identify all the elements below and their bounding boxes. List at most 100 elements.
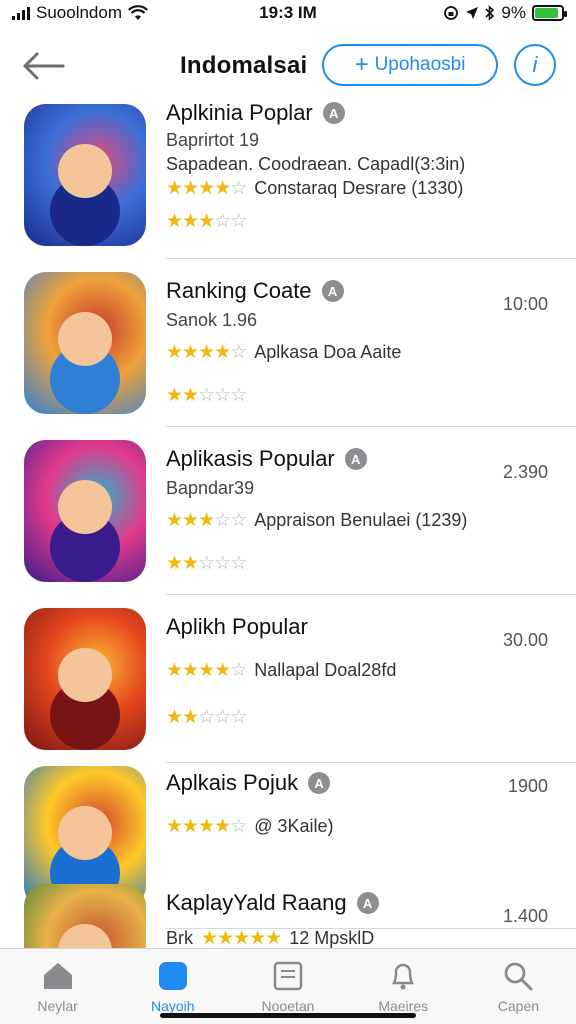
rating-stars: ★★★☆☆ [166,510,247,531]
app-subtitle: Sanok 1.96 [166,310,258,330]
star-icon: ★ [182,342,199,363]
tab-label: Neylar [37,998,78,1014]
star-icon: ☆ [214,385,231,406]
row-separator [166,258,576,259]
verified-badge-icon: A [308,772,331,794]
app-meta-value: 1.400 [502,906,548,926]
app-meta-value: 1900 [507,776,548,796]
app-list-item[interactable]: Ranking Coate A Sanok 1.96 ★★★★☆ Aplkasa Doa… [0,268,576,428]
wifi-icon [128,5,148,20]
app-rating-line: ★★★★☆ Aplkasa Doa Aaite [166,342,401,363]
star-icon: ★ [166,553,183,574]
star-icon: ★ [166,707,183,728]
star-icon: ★ [217,928,234,948]
app-icon-artwork [58,648,112,702]
rating-text: Constaraq Desrare (1330) [254,178,464,198]
star-icon: ★ [198,660,215,681]
star-icon: ☆ [230,553,247,574]
update-button[interactable]: + Upohaosbi [322,44,498,86]
app-icon[interactable] [24,272,146,414]
tab-search[interactable]: Capen [461,949,576,1024]
rating-stars: ★★★★☆ [166,660,247,681]
user-rating-stars: ★★☆☆☆ [166,553,247,574]
user-rating[interactable]: ★★☆☆☆ [166,385,247,406]
carrier-name: Suoolndom [36,3,123,22]
battery-fill [535,8,559,18]
app-list-item[interactable]: Aplikh Popular ★★★★☆ Nallapal Doal28fd ★★☆☆… [0,604,576,764]
app-meta-value: 10:00 [502,294,548,314]
star-icon: ★ [214,342,231,363]
status-bar: Suoolndom 19:3 IM 9% [0,0,576,26]
app-icon-artwork [58,144,112,198]
star-icon: ☆ [214,510,231,531]
star-icon: ☆ [214,211,231,232]
star-icon: ★ [166,211,183,232]
location-icon [466,7,479,19]
app-icon[interactable] [24,440,146,582]
app-icon-artwork [58,480,112,534]
verified-badge-icon: A [344,448,367,470]
star-icon: ★ [166,385,183,406]
star-icon: ☆ [230,385,247,406]
app-description: Sapadean. Coodraean. Capadl(3:3in) [166,154,466,174]
star-icon: ★ [198,211,215,232]
verified-badge-icon: A [356,892,379,914]
user-rating[interactable]: ★★☆☆☆ [166,707,247,728]
tab-label: Nayoih [151,998,195,1014]
star-icon: ☆ [230,178,247,199]
user-rating[interactable]: ★★☆☆☆ [166,553,247,574]
rating-stars: ★★★★☆ [166,178,247,199]
star-icon: ★ [182,660,199,681]
star-icon: ★ [198,342,215,363]
app-list[interactable]: Aplkinia Poplar A Baprirtot 19 Sapadean. Co… [0,96,576,948]
star-icon: ★ [166,510,183,531]
status-right: 9% [443,3,567,23]
star-icon: ☆ [198,385,215,406]
star-icon: ★ [166,178,183,199]
app-list-item[interactable]: KaplayYald Raang A Brk ★★★★★ 12 MpsklD 1.400 [0,880,576,948]
app-title: KaplayYald Raang A [166,890,379,916]
tab-label: Nooetan [261,998,315,1014]
star-icon: ★ [166,816,183,837]
app-icon[interactable] [24,104,146,246]
app-list-item[interactable]: Aplikasis Popular A Bapndar39 ★★★☆☆ Appraiso… [0,436,576,596]
verified-badge-icon: A [322,102,345,124]
app-icon[interactable] [24,608,146,750]
document-icon [273,961,303,994]
star-icon: ★ [182,816,199,837]
signal-icon [12,6,30,20]
star-icon: ☆ [230,660,247,681]
star-icon: ☆ [198,553,215,574]
star-icon: ★ [182,707,199,728]
star-icon: ★ [233,928,250,948]
app-rating-line: Brk ★★★★★ 12 MpsklD [166,928,374,948]
rating-stars: ★★★★★ [201,928,282,948]
star-icon: ★ [214,660,231,681]
tab-home[interactable]: Neylar [0,949,115,1024]
back-button[interactable] [18,46,68,86]
user-rating-stars: ★★★☆☆ [166,211,247,232]
app-title-text: Aplikh Popular [166,614,308,639]
star-icon: ★ [198,510,215,531]
star-icon: ☆ [230,342,247,363]
star-icon: ★ [166,342,183,363]
tab-label: Capen [497,998,540,1014]
rating-text: Nallapal Doal28fd [254,660,397,680]
info-button[interactable]: i [514,44,556,86]
user-rating-stars: ★★☆☆☆ [166,385,247,406]
row-separator [166,426,576,427]
verified-badge-icon: A [321,280,344,302]
star-icon: ★ [265,928,282,948]
app-list-item[interactable]: Aplkinia Poplar A Baprirtot 19 Sapadean. Co… [0,100,576,260]
home-icon [41,961,75,994]
star-icon: ☆ [214,707,231,728]
user-rating[interactable]: ★★★☆☆ [166,211,247,232]
app-icon[interactable] [24,884,146,948]
app-rating-line: ★★★★☆ Nallapal Doal28fd [166,660,396,681]
star-icon: ★ [214,816,231,837]
battery-percent: 9% [501,3,526,22]
star-icon: ★ [182,211,199,232]
tab-label: Maeires [378,998,429,1014]
star-icon: ★ [182,510,199,531]
header: Indomalsai + Upohaosbi i [0,38,576,96]
